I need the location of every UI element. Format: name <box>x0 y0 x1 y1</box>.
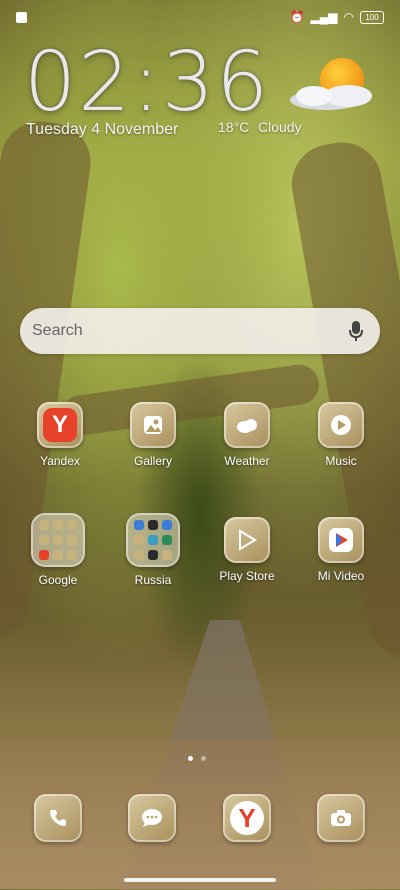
weather-temperature[interactable]: 18°C <box>218 119 249 135</box>
app-gallery[interactable]: Gallery <box>113 402 193 468</box>
folder-google[interactable]: Google <box>18 513 98 587</box>
clock-date[interactable]: Tuesday 4 November <box>26 121 178 139</box>
app-music[interactable]: Music <box>301 402 381 468</box>
folder-russia[interactable]: Russia <box>113 513 193 587</box>
page-dot <box>201 756 206 761</box>
app-play-store[interactable]: Play Store <box>207 517 287 583</box>
dock-messages[interactable] <box>112 794 192 842</box>
status-bar: ⏰ ▂▄▆ ◠ 100 <box>0 0 400 34</box>
alarm-off-icon: ⏰ <box>289 10 305 24</box>
app-label: Mi Video <box>317 569 365 583</box>
microphone-icon[interactable] <box>348 320 364 342</box>
app-label: Play Store <box>219 569 275 583</box>
folder-google-icon[interactable] <box>31 513 85 567</box>
gallery-icon[interactable] <box>130 402 176 448</box>
home-indicator[interactable] <box>124 878 276 882</box>
battery-icon: 100 <box>360 10 384 24</box>
app-mi-video[interactable]: Mi Video <box>301 517 381 583</box>
mi-video-icon[interactable] <box>318 517 364 563</box>
weather-icon[interactable] <box>224 402 270 448</box>
page-dot-active <box>188 756 193 761</box>
play-store-icon[interactable] <box>224 517 270 563</box>
app-yandex[interactable]: Y Yandex <box>20 402 100 468</box>
app-label: Weather <box>224 454 270 468</box>
app-label: Google <box>38 573 78 587</box>
wifi-icon: ◠ <box>343 10 354 24</box>
messages-icon[interactable] <box>128 794 176 842</box>
signal-icon: ▂▄▆ <box>310 10 338 24</box>
dock-phone[interactable] <box>18 794 98 842</box>
page-indicator <box>188 756 206 761</box>
app-label: Gallery <box>133 454 172 468</box>
weather-condition[interactable]: Cloudy <box>258 119 302 135</box>
camera-icon[interactable] <box>317 794 365 842</box>
music-icon[interactable] <box>318 402 364 448</box>
status-icons: ⏰ ▂▄▆ ◠ 100 <box>290 10 384 24</box>
dock-camera[interactable] <box>301 794 381 842</box>
app-weather[interactable]: Weather <box>207 402 287 468</box>
app-label: Music <box>325 454 357 468</box>
yandex-icon[interactable]: Y <box>37 402 83 448</box>
dock-yandex-browser[interactable]: Y <box>207 794 287 842</box>
phone-icon[interactable] <box>34 794 82 842</box>
folder-russia-icon[interactable] <box>126 513 180 567</box>
yandex-browser-icon[interactable]: Y <box>223 794 271 842</box>
sun-behind-cloud-icon[interactable] <box>286 52 378 116</box>
app-label: Russia <box>134 573 172 587</box>
app-label: Yandex <box>40 454 80 468</box>
notification-square-icon <box>16 12 27 23</box>
search-input[interactable]: Search <box>32 322 83 340</box>
clock-time[interactable]: 02:36 <box>24 38 270 128</box>
search-bar[interactable]: Search <box>20 308 380 354</box>
